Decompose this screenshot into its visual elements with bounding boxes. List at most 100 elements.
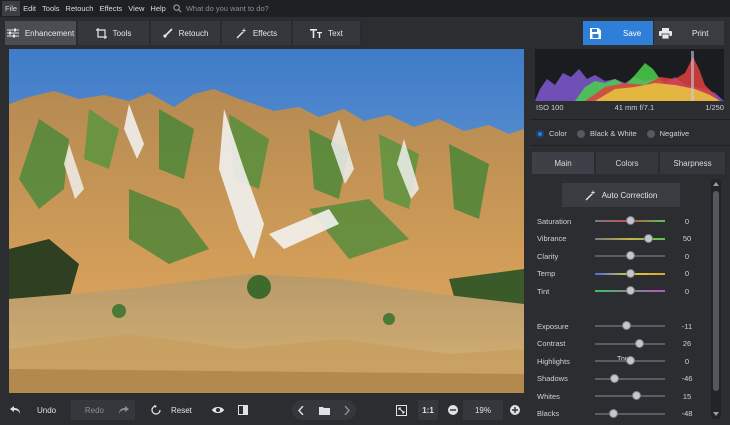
slider-vibrance-track[interactable] xyxy=(595,233,665,243)
photo-canvas[interactable] xyxy=(9,49,524,393)
slider-blacks-track[interactable] xyxy=(595,408,665,418)
slider-exposure-label: Exposure xyxy=(537,321,569,331)
fit-to-screen-button[interactable] xyxy=(396,400,407,420)
chevron-right-icon[interactable] xyxy=(344,405,350,415)
slider-contrast-track[interactable] xyxy=(595,338,665,348)
color-mode-negative-label: Negative xyxy=(659,129,690,138)
zoom-1-1-button[interactable]: 1:1 xyxy=(418,400,438,420)
reset-button[interactable]: Reset xyxy=(151,400,192,420)
slider-temp-track[interactable] xyxy=(595,268,665,278)
tab-main[interactable]: Main xyxy=(532,152,595,174)
save-button[interactable]: Save xyxy=(583,21,653,45)
color-mode-bw[interactable]: Black & White xyxy=(576,129,637,138)
slider-highlights-track[interactable] xyxy=(595,356,665,365)
slider-temp-handle[interactable] xyxy=(626,268,635,278)
slider-whites-track[interactable] xyxy=(595,391,665,400)
slider-tint-label: Tint xyxy=(537,286,550,296)
reset-label: Reset xyxy=(171,405,192,415)
scroll-thumb[interactable] xyxy=(713,191,719,391)
print-button[interactable]: Print xyxy=(654,21,724,45)
slider-highlights[interactable]: Highlights 0 xyxy=(537,354,707,368)
menu-tools[interactable]: Tools xyxy=(39,1,63,16)
compare-icon xyxy=(238,405,248,415)
slider-shadows-label: Shadows xyxy=(537,374,568,383)
slider-highlights-handle[interactable] xyxy=(626,356,635,365)
iso-value: ISO 100 xyxy=(536,103,564,112)
slider-exposure-track[interactable] xyxy=(595,321,665,330)
tab-colors[interactable]: Colors xyxy=(596,152,659,174)
tab-tools[interactable]: Tools xyxy=(78,21,150,45)
tab-colors-label: Colors xyxy=(615,158,639,168)
slider-contrast[interactable]: Contrast 26 xyxy=(537,337,707,351)
zoom-in-button[interactable] xyxy=(510,400,520,420)
chevron-left-icon[interactable] xyxy=(298,405,304,415)
tab-text-label: Text xyxy=(328,28,343,38)
menu-view[interactable]: View xyxy=(125,1,147,16)
slider-blacks-value: -48 xyxy=(681,409,693,418)
slider-clarity-handle[interactable] xyxy=(626,251,635,260)
folder-icon[interactable] xyxy=(318,406,330,415)
slider-clarity-track[interactable] xyxy=(595,251,665,260)
slider-contrast-value: 26 xyxy=(682,339,692,348)
slider-shadows-value: -46 xyxy=(681,374,693,383)
photo-info: ISO 100 41 mm f/7.1 1/250 xyxy=(536,103,724,112)
eye-icon xyxy=(212,407,224,413)
zoom-out-button[interactable] xyxy=(448,400,458,420)
slider-whites[interactable]: Whites 15 xyxy=(537,389,707,403)
print-label: Print xyxy=(692,28,709,38)
slider-vibrance-handle[interactable] xyxy=(643,233,653,243)
slider-clarity[interactable]: Clarity 0 xyxy=(537,249,707,263)
slider-shadows-handle[interactable] xyxy=(609,373,619,383)
slider-whites-handle[interactable] xyxy=(631,391,641,400)
slider-temp[interactable]: Temp 0 xyxy=(537,267,707,281)
slider-vibrance[interactable]: Vibrance 50 xyxy=(537,232,707,246)
slider-tint-handle[interactable] xyxy=(626,286,635,295)
tab-sharpness[interactable]: Sharpness xyxy=(660,152,726,174)
reset-icon xyxy=(151,405,161,415)
slider-saturation-track[interactable] xyxy=(595,216,665,225)
color-mode-negative[interactable]: Negative xyxy=(646,129,690,138)
tab-text[interactable]: Text xyxy=(293,21,361,45)
slider-contrast-label: Contrast xyxy=(537,339,566,348)
slider-blacks-handle[interactable] xyxy=(609,408,619,418)
tab-effects[interactable]: Effects xyxy=(222,21,292,45)
radio-icon xyxy=(576,129,585,138)
slider-tint-track[interactable] xyxy=(595,286,665,295)
redo-label: Redo xyxy=(84,405,104,415)
menu-edit[interactable]: Edit xyxy=(20,1,39,16)
menu-help[interactable]: Help xyxy=(147,1,168,16)
slider-saturation[interactable]: Saturation 0 xyxy=(537,214,707,228)
panel-scrollbar[interactable] xyxy=(711,179,721,419)
histogram-graph xyxy=(535,51,724,101)
menu-effects[interactable]: Effects xyxy=(96,1,125,16)
color-mode-bw-label: Black & White xyxy=(589,129,637,138)
slider-tint[interactable]: Tint 0 xyxy=(537,284,707,298)
slider-saturation-handle[interactable] xyxy=(626,216,635,225)
compare-button[interactable] xyxy=(238,400,248,420)
menu-file[interactable]: File xyxy=(2,1,21,16)
slider-exposure-handle[interactable] xyxy=(621,321,631,330)
brush-icon xyxy=(162,28,173,38)
slider-contrast-handle[interactable] xyxy=(635,338,645,348)
search-placeholder: What do you want to do? xyxy=(185,4,269,13)
slider-whites-value: 15 xyxy=(682,391,692,401)
menu-retouch[interactable]: Retouch xyxy=(63,1,97,16)
floppy-disk-icon xyxy=(590,27,601,39)
tab-retouch[interactable]: Retouch xyxy=(151,21,221,45)
zoom-input[interactable]: 19% xyxy=(463,400,503,420)
auto-correction-button[interactable]: Auto Correction xyxy=(562,183,680,207)
preview-toggle-button[interactable] xyxy=(212,400,224,420)
slider-shadows-track[interactable] xyxy=(595,373,665,383)
scroll-up-icon[interactable] xyxy=(713,182,719,186)
slider-saturation-value: 0 xyxy=(684,216,690,226)
undo-button[interactable]: Undo xyxy=(10,400,56,420)
slider-blacks[interactable]: Blacks -48 xyxy=(537,407,707,421)
slider-shadows[interactable]: Shadows -46 xyxy=(537,372,707,386)
scroll-down-icon[interactable] xyxy=(713,412,719,416)
slider-exposure[interactable]: Exposure -11 xyxy=(537,319,707,333)
color-mode-color[interactable]: Color xyxy=(536,129,567,138)
search-box[interactable]: What do you want to do? xyxy=(173,4,269,13)
redo-button[interactable]: Redo xyxy=(71,400,135,420)
slider-temp-label: Temp xyxy=(537,269,556,278)
tab-enhancement[interactable]: Enhancement xyxy=(5,21,77,45)
